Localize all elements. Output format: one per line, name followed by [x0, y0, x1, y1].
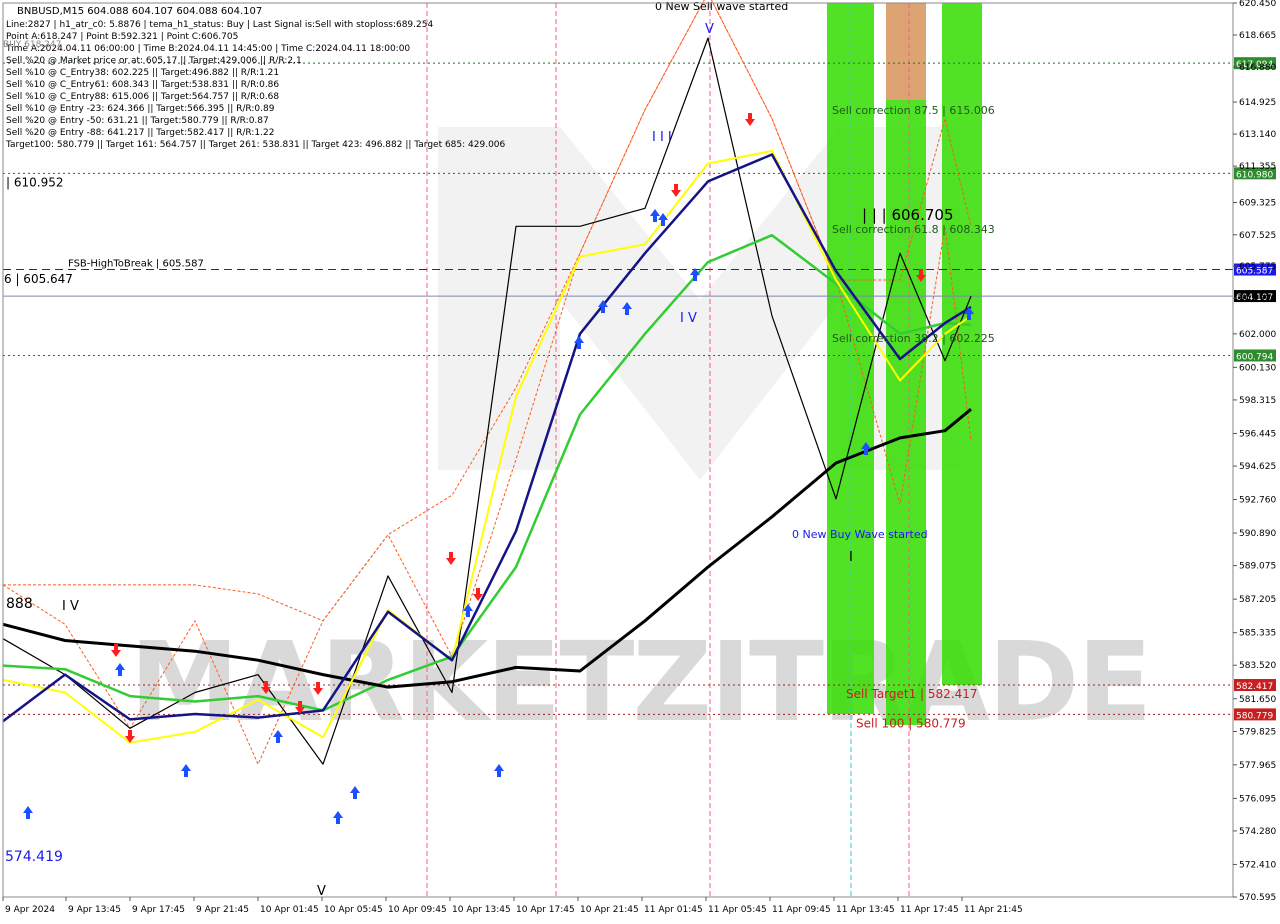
- annotation-sell-correction-875: Sell correction 87.5 | 615.006: [832, 104, 995, 117]
- y-tick-label-10: 602.000: [1239, 330, 1276, 340]
- x-tick-label-15: 11 Apr 21:45: [964, 905, 1023, 915]
- price-tag-text-sell_target_1: 582.417: [1236, 682, 1273, 692]
- y-tick-label-19: 585.335: [1239, 629, 1276, 639]
- y-tick-label-20: 583.520: [1239, 661, 1276, 671]
- header-info-line-4: Sell %10 @ C_Entry38: 602.225 || Target:…: [6, 68, 279, 78]
- y-tick-label-21: 581.650: [1239, 695, 1276, 705]
- header-info-line-10: Target100: 580.779 || Target 161: 564.75…: [5, 140, 506, 150]
- x-tick-label-12: 11 Apr 09:45: [772, 905, 831, 915]
- level-label-level_610: | 610.952: [6, 175, 63, 189]
- annotation-new-sell-wave: 0 New Sell wave started: [655, 0, 788, 13]
- y-tick-label-1: 618.665: [1239, 31, 1276, 41]
- y-tick-label-22: 579.825: [1239, 727, 1276, 737]
- y-tick-label-0: 620.450: [1239, 0, 1276, 9]
- y-tick-label-26: 572.410: [1239, 860, 1276, 870]
- x-tick-label-14: 11 Apr 17:45: [900, 905, 959, 915]
- chart-window: MARKETZITRADE FSB-HighToBreak | 605.587 |…: [0, 0, 1280, 920]
- header-info-line-2: Time A:2024.04.11 06:00:00 | Time B:2024…: [5, 44, 410, 54]
- zone-orange: [886, 3, 926, 100]
- x-tick-label-1: 9 Apr 13:45: [68, 905, 121, 915]
- y-tick-label-8: 605.775: [1239, 262, 1276, 272]
- y-tick-label-9: 603.990: [1239, 294, 1276, 304]
- y-tick-label-5: 611.355: [1239, 162, 1276, 172]
- annotation-wave-iv-left: I V: [62, 599, 79, 614]
- header-info-line-8: Sell %20 @ Entry -50: 631.21 || Target:5…: [6, 116, 269, 126]
- x-tick-label-11: 11 Apr 05:45: [708, 905, 767, 915]
- x-tick-label-4: 10 Apr 01:45: [260, 905, 319, 915]
- level-label-sell_100: Sell 100 | 580.779: [856, 716, 966, 730]
- header-info-line-6: Sell %10 @ C_Entry88: 615.006 || Target:…: [6, 92, 279, 102]
- y-tick-label-13: 596.445: [1239, 429, 1276, 439]
- left-price-label-2: 574.419: [5, 849, 63, 865]
- x-tick-label-2: 9 Apr 17:45: [132, 905, 185, 915]
- annotation-wave-v-top: V: [705, 22, 714, 37]
- level-label-sell_target_1: Sell Target1 | 582.417: [846, 687, 978, 701]
- y-tick-label-12: 598.315: [1239, 396, 1276, 406]
- y-tick-label-15: 592.760: [1239, 496, 1276, 506]
- header-info-line-0: Line:2827 | h1_atr_c0: 5.8876 | tema_h1_…: [6, 20, 433, 30]
- price-tag-text-level_600: 600.794: [1236, 352, 1273, 362]
- price-tag-text-sell_100: 580.779: [1236, 711, 1273, 721]
- x-tick-label-0: 9 Apr 2024: [5, 905, 55, 915]
- level-label-FSB-HighToBreak: FSB-HighToBreak | 605.587: [68, 259, 204, 270]
- x-tick-label-3: 9 Apr 21:45: [196, 905, 249, 915]
- watermark-text: MARKETZITRADE: [130, 618, 1151, 746]
- y-tick-label-4: 613.140: [1239, 130, 1276, 140]
- annotation-point-c: | | | 606.705: [862, 206, 954, 224]
- x-tick-label-10: 11 Apr 01:45: [644, 905, 703, 915]
- annotation-sell-correction-618: Sell correction 61.8 | 608.343: [832, 223, 995, 236]
- y-tick-label-7: 607.525: [1239, 231, 1276, 241]
- x-tick-label-13: 11 Apr 13:45: [836, 905, 895, 915]
- y-tick-label-2: 616.880: [1239, 63, 1276, 73]
- annotation-wave-iii: I I I: [652, 130, 672, 145]
- chart-background: [0, 0, 1280, 920]
- x-tick-label-6: 10 Apr 09:45: [388, 905, 447, 915]
- annotation-wave-iv-mid: I V: [680, 311, 697, 326]
- annotation-wave-i: I: [849, 550, 853, 565]
- header-symbol: BNBUSD,M15 604.088 604.107 604.088 604.1…: [17, 6, 262, 17]
- y-tick-label-16: 590.890: [1239, 529, 1276, 539]
- x-tick-label-8: 10 Apr 17:45: [516, 905, 575, 915]
- y-tick-label-6: 609.325: [1239, 198, 1276, 208]
- x-tick-label-5: 10 Apr 05:45: [324, 905, 383, 915]
- x-tick-label-7: 10 Apr 13:45: [452, 905, 511, 915]
- header-info-line-3: Sell %20 @ Market price or at: 605.17 ||…: [6, 56, 302, 66]
- left-price-label-1: 888: [6, 596, 33, 612]
- y-tick-label-18: 587.205: [1239, 595, 1276, 605]
- y-tick-label-11: 600.130: [1239, 363, 1276, 373]
- x-tick-label-9: 10 Apr 21:45: [580, 905, 639, 915]
- chart-canvas: MARKETZITRADE FSB-HighToBreak | 605.587 |…: [0, 0, 1280, 920]
- header-overlap: BUY 618.247: [3, 40, 61, 50]
- annotation-sell-correction-382: Sell correction 38.2 | 602.225: [832, 332, 995, 345]
- y-tick-label-23: 577.965: [1239, 761, 1276, 771]
- left-price-label-0: 6 | 605.647: [4, 272, 73, 286]
- y-tick-label-27: 570.595: [1239, 893, 1276, 903]
- y-tick-label-3: 614.925: [1239, 98, 1276, 108]
- zone-green-2: [886, 100, 926, 725]
- y-tick-label-17: 589.075: [1239, 562, 1276, 572]
- y-tick-label-25: 574.280: [1239, 827, 1276, 837]
- header-info-line-9: Sell %20 @ Entry -88: 641.217 || Target:…: [6, 128, 274, 138]
- annotation-new-buy-wave: 0 New Buy Wave started: [792, 528, 928, 541]
- y-tick-label-14: 594.625: [1239, 462, 1276, 472]
- header-info-line-5: Sell %10 @ C_Entry61: 608.343 || Target:…: [6, 80, 279, 90]
- y-tick-label-24: 576.095: [1239, 794, 1276, 804]
- header-info-line-7: Sell %10 @ Entry -23: 624.366 || Target:…: [6, 104, 275, 114]
